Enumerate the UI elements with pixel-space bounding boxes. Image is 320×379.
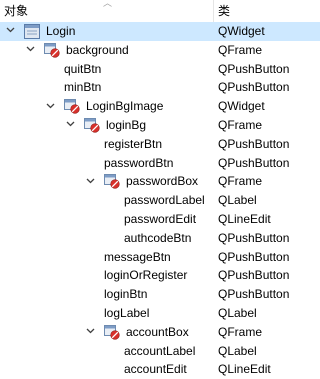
sort-indicator-icon: ︿ xyxy=(103,0,113,8)
chevron-down-icon[interactable] xyxy=(64,116,76,135)
tree-header: ︿ 对象 类 xyxy=(0,0,320,23)
tree-row-name: loginBtn xyxy=(104,287,148,302)
tree-row-class: QPushButton xyxy=(218,80,290,95)
tree-row-class: QWidget xyxy=(218,24,265,38)
tree-row-accountlabel[interactable]: accountLabel QLabel xyxy=(0,342,320,361)
tree-row-background[interactable]: background QFrame xyxy=(0,41,320,60)
header-divider[interactable] xyxy=(213,0,214,22)
form-icon xyxy=(24,24,40,39)
tree-row-class: QPushButton xyxy=(218,249,290,264)
tree-row-accountedit[interactable]: accountEdit QLineEdit xyxy=(0,360,320,379)
frame-widget-icon xyxy=(44,42,60,58)
tree-row-class: QPushButton xyxy=(218,155,290,170)
tree-row-name: LoginBgImage xyxy=(86,99,164,114)
tree-row-passwordedit[interactable]: passwordEdit QLineEdit xyxy=(0,210,320,229)
tree-row-name: logLabel xyxy=(104,305,150,320)
tree-row-name: loginBg xyxy=(106,117,147,132)
tree-row-class: QFrame xyxy=(218,324,263,339)
tree-row-class: QPushButton xyxy=(218,287,290,302)
tree-row-class: QLineEdit xyxy=(218,362,271,377)
tree-row-passwordbtn[interactable]: passwordBtn QPushButton xyxy=(0,154,320,173)
tree-row-class: QLabel xyxy=(218,305,257,320)
tree-row-loginorregister[interactable]: loginOrRegister QPushButton xyxy=(0,266,320,285)
chevron-down-icon[interactable] xyxy=(84,172,96,191)
tree-row-name: accountBox xyxy=(126,324,189,339)
tree-row-class: QPushButton xyxy=(218,230,290,245)
frame-widget-icon xyxy=(64,99,80,114)
tree-row-name: quitBtn xyxy=(64,61,102,76)
tree-row-class: QLineEdit xyxy=(218,211,271,226)
tree-row-class: QFrame xyxy=(218,42,263,57)
tree-row-name: minBtn xyxy=(64,80,102,95)
tree-row-class: QPushButton xyxy=(218,268,290,283)
tree-row-class: QLabel xyxy=(218,343,257,358)
tree-row-loginbtn[interactable]: loginBtn QPushButton xyxy=(0,285,320,304)
tree-row-registerbtn[interactable]: registerBtn QPushButton xyxy=(0,135,320,154)
tree-row-name: accountLabel xyxy=(124,343,196,358)
tree-row-passwordlabel[interactable]: passwordLabel QLabel xyxy=(0,191,320,210)
tree-row-authcodebtn[interactable]: authcodeBtn QPushButton xyxy=(0,229,320,248)
tree-row-class: QLabel xyxy=(218,193,257,208)
tree-row-name: passwordLabel xyxy=(124,193,205,208)
frame-widget-icon xyxy=(104,324,120,340)
tree-row-login[interactable]: Login QWidget xyxy=(0,22,320,41)
tree-row-name: authcodeBtn xyxy=(124,230,192,245)
tree-row-messagebtn[interactable]: messageBtn QPushButton xyxy=(0,248,320,267)
tree-row-class: QFrame xyxy=(218,174,263,189)
chevron-down-icon[interactable] xyxy=(4,22,16,41)
tree-row-loginbg[interactable]: loginBg QFrame xyxy=(0,116,320,135)
tree-row-name: passwordBtn xyxy=(104,155,174,170)
tree-row-loglabel[interactable]: logLabel QLabel xyxy=(0,304,320,323)
tree-row-minbtn[interactable]: minBtn QPushButton xyxy=(0,78,320,97)
tree-row-class: QWidget xyxy=(218,99,265,114)
frame-widget-icon xyxy=(84,117,100,133)
tree-row-name: registerBtn xyxy=(104,136,163,151)
header-class-column[interactable]: 类 xyxy=(218,3,230,19)
tree-row-name: loginOrRegister xyxy=(104,268,188,283)
tree-row-name: accountEdit xyxy=(124,362,187,377)
tree-row-class: QPushButton xyxy=(218,61,290,76)
tree-row-name: messageBtn xyxy=(104,249,171,264)
tree-row-name: passwordBox xyxy=(126,174,199,189)
tree-row-class: QPushButton xyxy=(218,136,290,151)
tree-row-passwordbox[interactable]: passwordBox QFrame xyxy=(0,172,320,191)
chevron-down-icon[interactable] xyxy=(24,41,36,60)
tree-row-name: passwordEdit xyxy=(124,211,197,226)
tree-row-class: QFrame xyxy=(218,117,263,132)
chevron-down-icon[interactable] xyxy=(44,97,56,116)
tree-row-name: Login xyxy=(46,24,76,38)
header-object-column[interactable]: 对象 xyxy=(4,3,28,19)
tree-row-quitbtn[interactable]: quitBtn QPushButton xyxy=(0,60,320,79)
tree-row-name: background xyxy=(66,42,129,57)
object-inspector-tree[interactable]: Login QWidget background QFrame quitBtn … xyxy=(0,22,320,379)
frame-widget-icon xyxy=(104,174,120,189)
tree-row-accountbox[interactable]: accountBox QFrame xyxy=(0,323,320,342)
chevron-down-icon[interactable] xyxy=(84,323,96,342)
tree-row-loginbgimage[interactable]: LoginBgImage QWidget xyxy=(0,97,320,116)
